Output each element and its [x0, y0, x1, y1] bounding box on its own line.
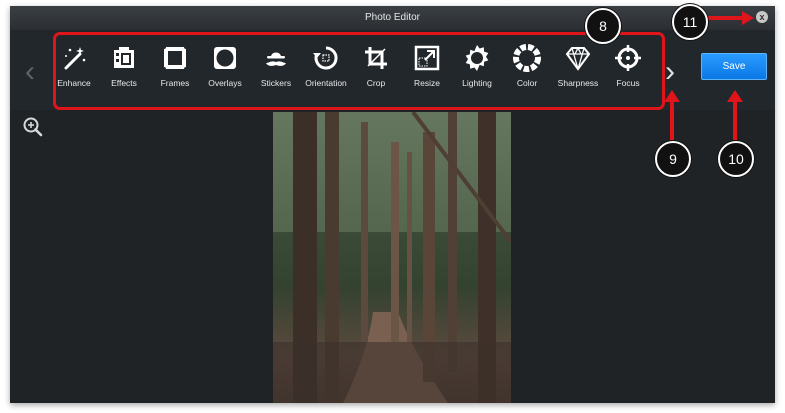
annotation-badge-8: 8	[585, 8, 621, 44]
annotation-badge-10: 10	[718, 141, 754, 177]
annotation-arrows	[664, 11, 754, 140]
annotation-badge-11: 11	[672, 4, 708, 40]
annotation-badge-9: 9	[655, 141, 691, 177]
